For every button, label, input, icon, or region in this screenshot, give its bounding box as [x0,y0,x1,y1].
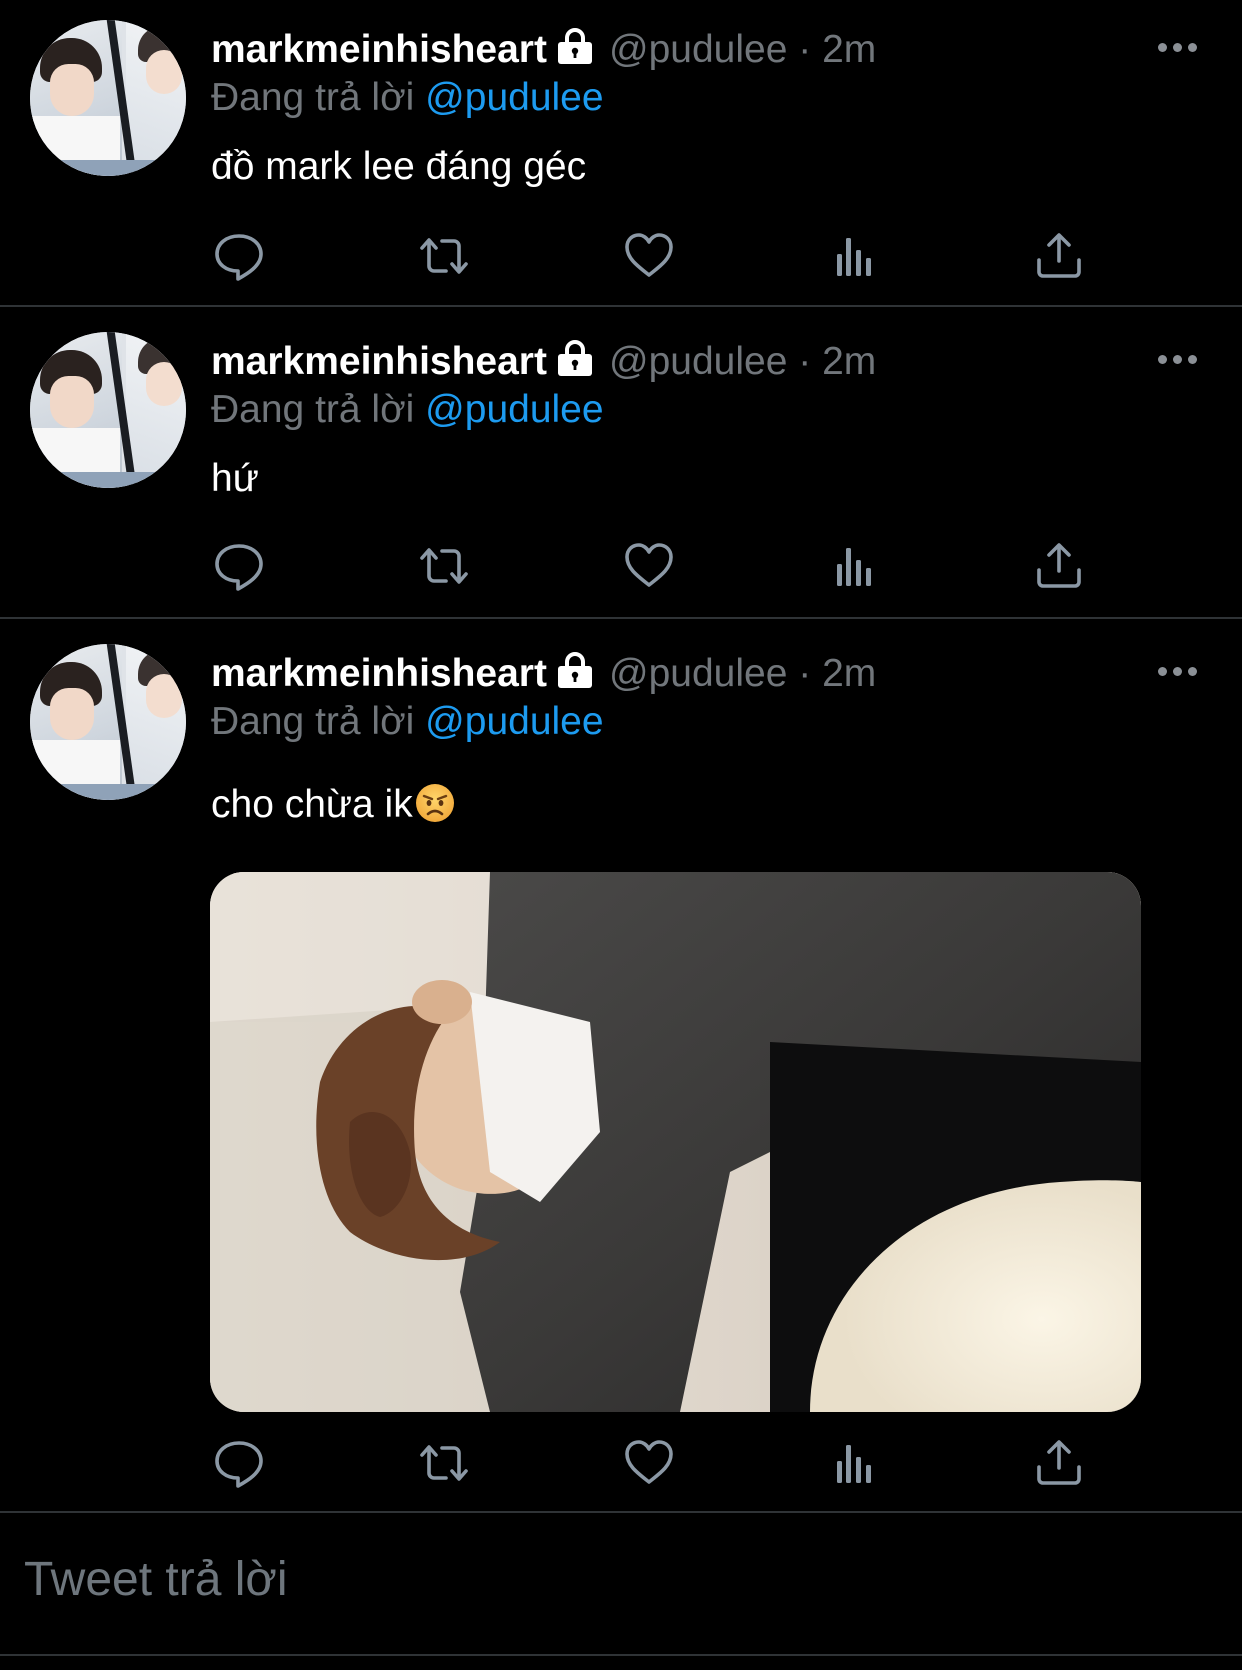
username[interactable]: markmeinhisheart [211,652,547,695]
heart-icon[interactable] [621,228,677,284]
bar-chart-icon[interactable] [826,1435,882,1491]
tweet-header: markmeinhisheart @pudulee · 2m [211,650,876,701]
reply-mention-link[interactable]: @pudulee [425,700,603,743]
replying-to: Đang trả lời @pudulee [211,74,604,122]
user-handle[interactable]: @pudulee [609,28,787,71]
replying-label: Đang trả lời [211,76,415,119]
tweet-photo[interactable] [210,872,1141,1412]
replying-label: Đang trả lời [211,700,415,743]
tweet-actions [211,538,1091,594]
more-dots-icon[interactable] [1158,353,1198,365]
angry-face-emoji-icon [415,783,455,823]
tweet-time[interactable]: 2m [822,340,876,383]
comment-bubble-icon[interactable] [211,228,267,284]
tweet-text: đồ mark lee đáng géc [211,145,587,188]
avatar[interactable] [30,332,186,488]
separator-dot: · [798,340,812,383]
bar-chart-icon[interactable] [826,228,882,284]
username[interactable]: markmeinhisheart [211,340,547,383]
reply-composer[interactable]: Tweet trả lời [0,1514,1242,1656]
comment-bubble-icon[interactable] [211,1435,267,1491]
tweet-text-line: cho chừa ik [211,781,455,829]
bar-chart-icon[interactable] [826,538,882,594]
tweet-text: cho chừa ik [211,783,413,826]
replying-to: Đang trả lời @pudulee [211,386,604,434]
username[interactable]: markmeinhisheart [211,28,547,71]
tweet-2[interactable]: markmeinhisheart @pudulee · 2m Đang trả l… [0,307,1242,619]
replying-label: Đang trả lời [211,388,415,431]
avatar[interactable] [30,644,186,800]
tweet-time[interactable]: 2m [822,28,876,71]
reply-mention-link[interactable]: @pudulee [425,388,603,431]
tweet-header: markmeinhisheart @pudulee · 2m [211,338,876,389]
retweet-icon[interactable] [416,228,472,284]
retweet-icon[interactable] [416,538,472,594]
heart-icon[interactable] [621,538,677,594]
user-handle[interactable]: @pudulee [609,340,787,383]
tweet-header: markmeinhisheart @pudulee · 2m [211,26,876,77]
reply-input[interactable]: Tweet trả lời [24,1550,288,1610]
lock-icon [555,651,595,701]
lock-icon [555,339,595,389]
more-dots-icon[interactable] [1158,41,1198,53]
lock-icon [555,27,595,77]
share-upload-icon[interactable] [1031,228,1087,284]
tweet-time[interactable]: 2m [822,652,876,695]
separator-dot: · [798,28,812,71]
replying-to: Đang trả lời @pudulee [211,698,604,746]
tweet-actions [211,228,1091,284]
share-upload-icon[interactable] [1031,1435,1087,1491]
separator-dot: · [798,652,812,695]
tweet-actions [211,1435,1091,1491]
share-upload-icon[interactable] [1031,538,1087,594]
user-handle[interactable]: @pudulee [609,652,787,695]
avatar[interactable] [30,20,186,176]
tweet-1[interactable]: markmeinhisheart @pudulee · 2m Đang trả l… [0,0,1242,307]
reply-mention-link[interactable]: @pudulee [425,76,603,119]
heart-icon[interactable] [621,1435,677,1491]
comment-bubble-icon[interactable] [211,538,267,594]
retweet-icon[interactable] [416,1435,472,1491]
tweet-text: hứ [211,457,259,500]
more-dots-icon[interactable] [1158,665,1198,677]
